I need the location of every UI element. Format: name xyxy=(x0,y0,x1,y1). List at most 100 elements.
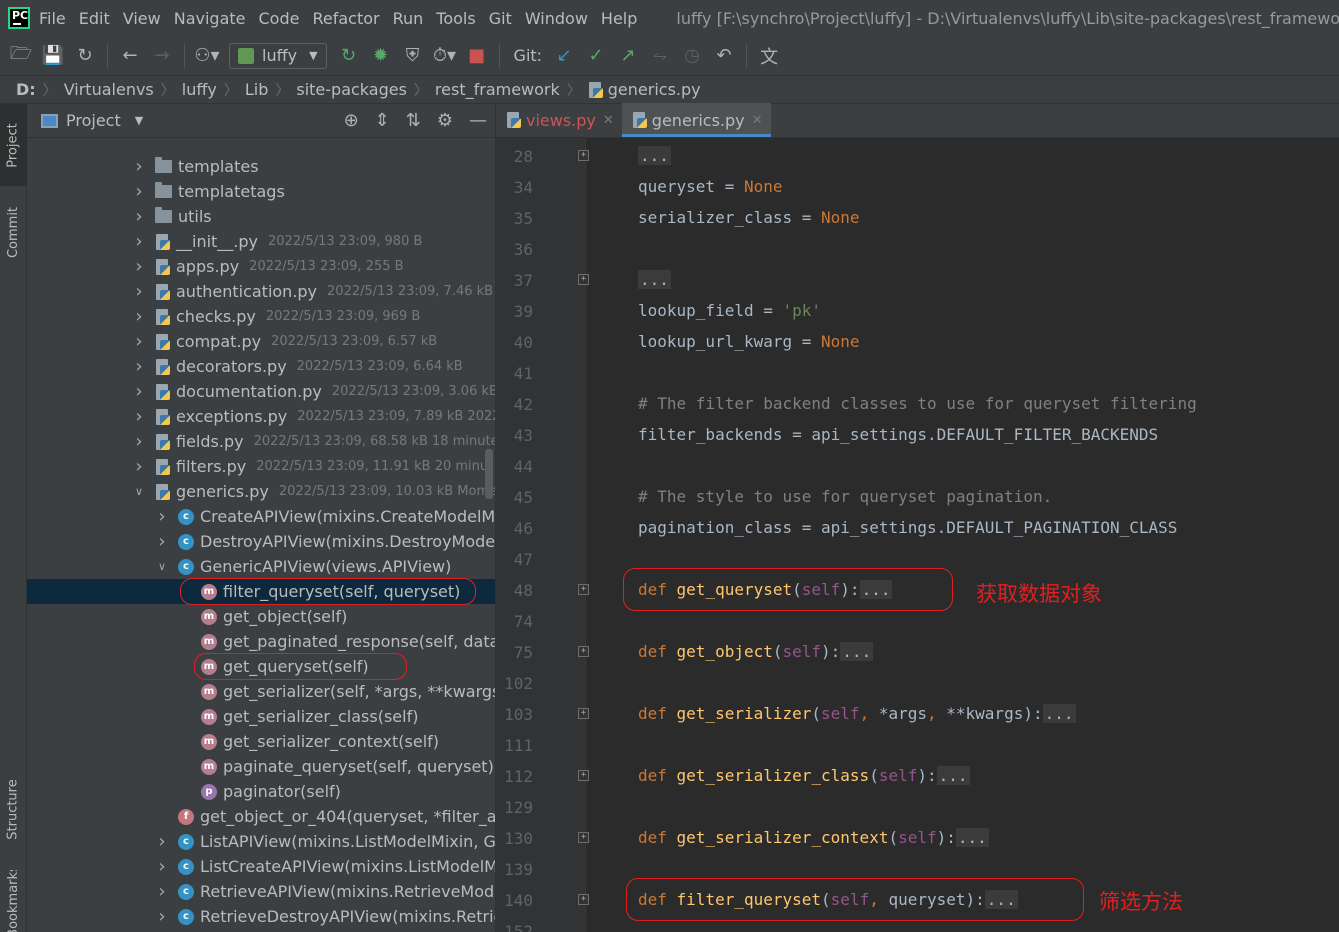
menu-edit[interactable]: Edit xyxy=(79,9,110,28)
tree-row-file[interactable]: › __init__.py 2022/5/13 23:09, 980 B xyxy=(27,229,495,254)
menu-view[interactable]: View xyxy=(123,9,161,28)
tree-expand-arrow-icon[interactable]: › xyxy=(131,431,147,452)
tree-expand-arrow-icon[interactable]: › xyxy=(154,906,170,927)
user-icon[interactable]: ⚇▾ xyxy=(194,43,220,69)
tool-tab-project[interactable]: Project xyxy=(0,104,27,186)
breadcrumb-lib[interactable]: Lib xyxy=(245,80,269,99)
tree-row-folder[interactable]: › utils xyxy=(27,204,495,229)
hide-panel-icon[interactable]: — xyxy=(469,110,487,131)
tree-expand-arrow-icon[interactable]: › xyxy=(131,306,147,327)
fold-toggle-icon[interactable]: + xyxy=(578,646,589,657)
gear-icon[interactable]: ⚙ xyxy=(437,110,453,131)
breadcrumb-luffy[interactable]: luffy xyxy=(182,80,217,99)
tree-expand-arrow-icon[interactable]: › xyxy=(131,231,147,252)
tree-row-file[interactable]: › decorators.py 2022/5/13 23:09, 6.64 kB xyxy=(27,354,495,379)
fold-toggle-icon[interactable]: + xyxy=(578,770,589,781)
project-view-selector[interactable]: Project xyxy=(66,111,121,130)
tree-row-file-open[interactable]: ∨ generics.py 2022/5/13 23:09, 10.03 kB Mo… xyxy=(27,479,495,504)
rollback-icon[interactable]: ↶ xyxy=(711,43,737,69)
open-folder-icon[interactable]: 🗁 xyxy=(8,43,34,69)
menu-run[interactable]: Run xyxy=(393,9,424,28)
git-commit-check-icon[interactable]: ✓ xyxy=(583,43,609,69)
tree-row-method[interactable]: m get_object(self) xyxy=(27,604,495,629)
tree-expand-arrow-icon[interactable]: ∨ xyxy=(154,560,170,573)
tree-row-file[interactable]: › documentation.py 2022/5/13 23:09, 3.06 k… xyxy=(27,379,495,404)
editor-tab-generics-py[interactable]: generics.py ✕ xyxy=(621,103,771,137)
fold-toggle-icon[interactable]: + xyxy=(578,894,589,905)
back-arrow-icon[interactable]: ← xyxy=(117,43,143,69)
tree-row-method[interactable]: m get_queryset(self) xyxy=(27,654,495,679)
code-view[interactable]: 28 +... 34 queryset = None 35 serializer_clas… xyxy=(496,138,1339,932)
git-push-icon[interactable]: ↗ xyxy=(615,43,641,69)
tree-scrollbar-thumb[interactable] xyxy=(485,449,493,499)
menu-git[interactable]: Git xyxy=(489,9,512,28)
tool-tab-structure[interactable]: Structure xyxy=(0,764,27,854)
tool-tab-commit[interactable]: Commit xyxy=(0,196,27,268)
tree-row-folder[interactable]: › templates xyxy=(27,154,495,179)
editor-tab-views-py[interactable]: views.py ✕ xyxy=(496,103,622,137)
tree-row-property[interactable]: p paginator(self) xyxy=(27,779,495,804)
git-update-icon[interactable]: ↙ xyxy=(551,43,577,69)
tree-row-class[interactable]: › c ListCreateAPIView(mixins.ListModelM xyxy=(27,854,495,879)
tree-expand-arrow-icon[interactable]: › xyxy=(131,406,147,427)
tree-row-class[interactable]: › c RetrieveAPIView(mixins.RetrieveMode xyxy=(27,879,495,904)
tree-expand-arrow-icon[interactable]: › xyxy=(131,381,147,402)
folded-code-placeholder[interactable]: ... xyxy=(1042,704,1076,723)
breadcrumb-drive[interactable]: D: xyxy=(16,80,36,99)
tree-expand-arrow-icon[interactable]: › xyxy=(131,256,147,277)
tree-row-file[interactable]: › apps.py 2022/5/13 23:09, 255 B xyxy=(27,254,495,279)
save-all-icon[interactable]: 💾 xyxy=(40,43,66,69)
tree-row-file[interactable]: › authentication.py 2022/5/13 23:09, 7.46 … xyxy=(27,279,495,304)
fold-toggle-icon[interactable]: + xyxy=(578,150,589,161)
tree-expand-arrow-icon[interactable]: › xyxy=(154,831,170,852)
tree-row-method[interactable]: m get_paginated_response(self, data) xyxy=(27,629,495,654)
menu-window[interactable]: Window xyxy=(525,9,588,28)
tree-expand-arrow-icon[interactable]: › xyxy=(131,331,147,352)
menu-file[interactable]: File xyxy=(39,9,66,28)
tree-row-file[interactable]: › exceptions.py 2022/5/13 23:09, 7.89 kB 2… xyxy=(27,404,495,429)
breadcrumb-site-packages[interactable]: site-packages xyxy=(296,80,407,99)
sync-icon[interactable]: ↻ xyxy=(72,43,98,69)
translate-icon[interactable]: 文 xyxy=(756,43,782,69)
profile-icon[interactable]: ⏱▾ xyxy=(432,43,458,69)
folded-code-placeholder[interactable]: ... xyxy=(984,890,1018,909)
tree-row-folder[interactable]: › templatetags xyxy=(27,179,495,204)
menu-tools[interactable]: Tools xyxy=(436,9,475,28)
folded-code-placeholder[interactable]: ... xyxy=(936,766,970,785)
menu-refactor[interactable]: Refactor xyxy=(312,9,379,28)
tree-expand-arrow-icon[interactable]: › xyxy=(154,856,170,877)
breadcrumb-virtualenvs[interactable]: Virtualenvs xyxy=(64,80,154,99)
folded-code-placeholder[interactable]: ... xyxy=(638,146,671,165)
tree-row-method[interactable]: m get_serializer(self, *args, **kwargs) xyxy=(27,679,495,704)
menu-code[interactable]: Code xyxy=(259,9,300,28)
debug-bug-icon[interactable]: ✹ xyxy=(368,43,394,69)
tree-row-class-open[interactable]: ∨ c GenericAPIView(views.APIView) xyxy=(27,554,495,579)
fold-toggle-icon[interactable]: + xyxy=(578,584,589,595)
tree-expand-arrow-icon[interactable]: › xyxy=(131,181,147,202)
menu-help[interactable]: Help xyxy=(601,9,637,28)
git-merge-icon[interactable]: ⥊ xyxy=(647,43,673,69)
stop-icon[interactable]: ■ xyxy=(464,43,490,69)
collapse-all-icon[interactable]: ⇅ xyxy=(406,110,421,131)
git-history-icon[interactable]: ◷ xyxy=(679,43,705,69)
tree-row-file[interactable]: › fields.py 2022/5/13 23:09, 68.58 kB 18 m… xyxy=(27,429,495,454)
tree-row-method[interactable]: m filter_queryset(self, queryset) xyxy=(27,579,495,604)
run-configuration-select[interactable]: luffy ▼ xyxy=(229,42,327,69)
breadcrumb-rest-framework[interactable]: rest_framework xyxy=(435,80,560,99)
menu-navigate[interactable]: Navigate xyxy=(174,9,246,28)
folded-code-placeholder[interactable]: ... xyxy=(955,828,989,847)
tree-row-class[interactable]: › c ListAPIView(mixins.ListModelMixin, G xyxy=(27,829,495,854)
tree-row-class[interactable]: › c DestroyAPIView(mixins.DestroyModel xyxy=(27,529,495,554)
run-with-coverage-icon[interactable]: ⛨ xyxy=(400,43,426,69)
fold-toggle-icon[interactable]: + xyxy=(578,274,589,285)
breadcrumb-generics-py[interactable]: generics.py xyxy=(608,80,701,99)
folded-code-placeholder[interactable]: ... xyxy=(638,270,671,289)
tree-row-class[interactable]: › c CreateAPIView(mixins.CreateModelM xyxy=(27,504,495,529)
tree-expand-arrow-icon[interactable]: ∨ xyxy=(131,485,147,498)
tree-expand-arrow-icon[interactable]: › xyxy=(154,881,170,902)
tree-expand-arrow-icon[interactable]: › xyxy=(154,506,170,527)
tree-expand-arrow-icon[interactable]: › xyxy=(131,206,147,227)
tree-expand-arrow-icon[interactable]: › xyxy=(131,281,147,302)
tree-row-method[interactable]: m get_serializer_context(self) xyxy=(27,729,495,754)
tree-row-file[interactable]: › compat.py 2022/5/13 23:09, 6.57 kB xyxy=(27,329,495,354)
